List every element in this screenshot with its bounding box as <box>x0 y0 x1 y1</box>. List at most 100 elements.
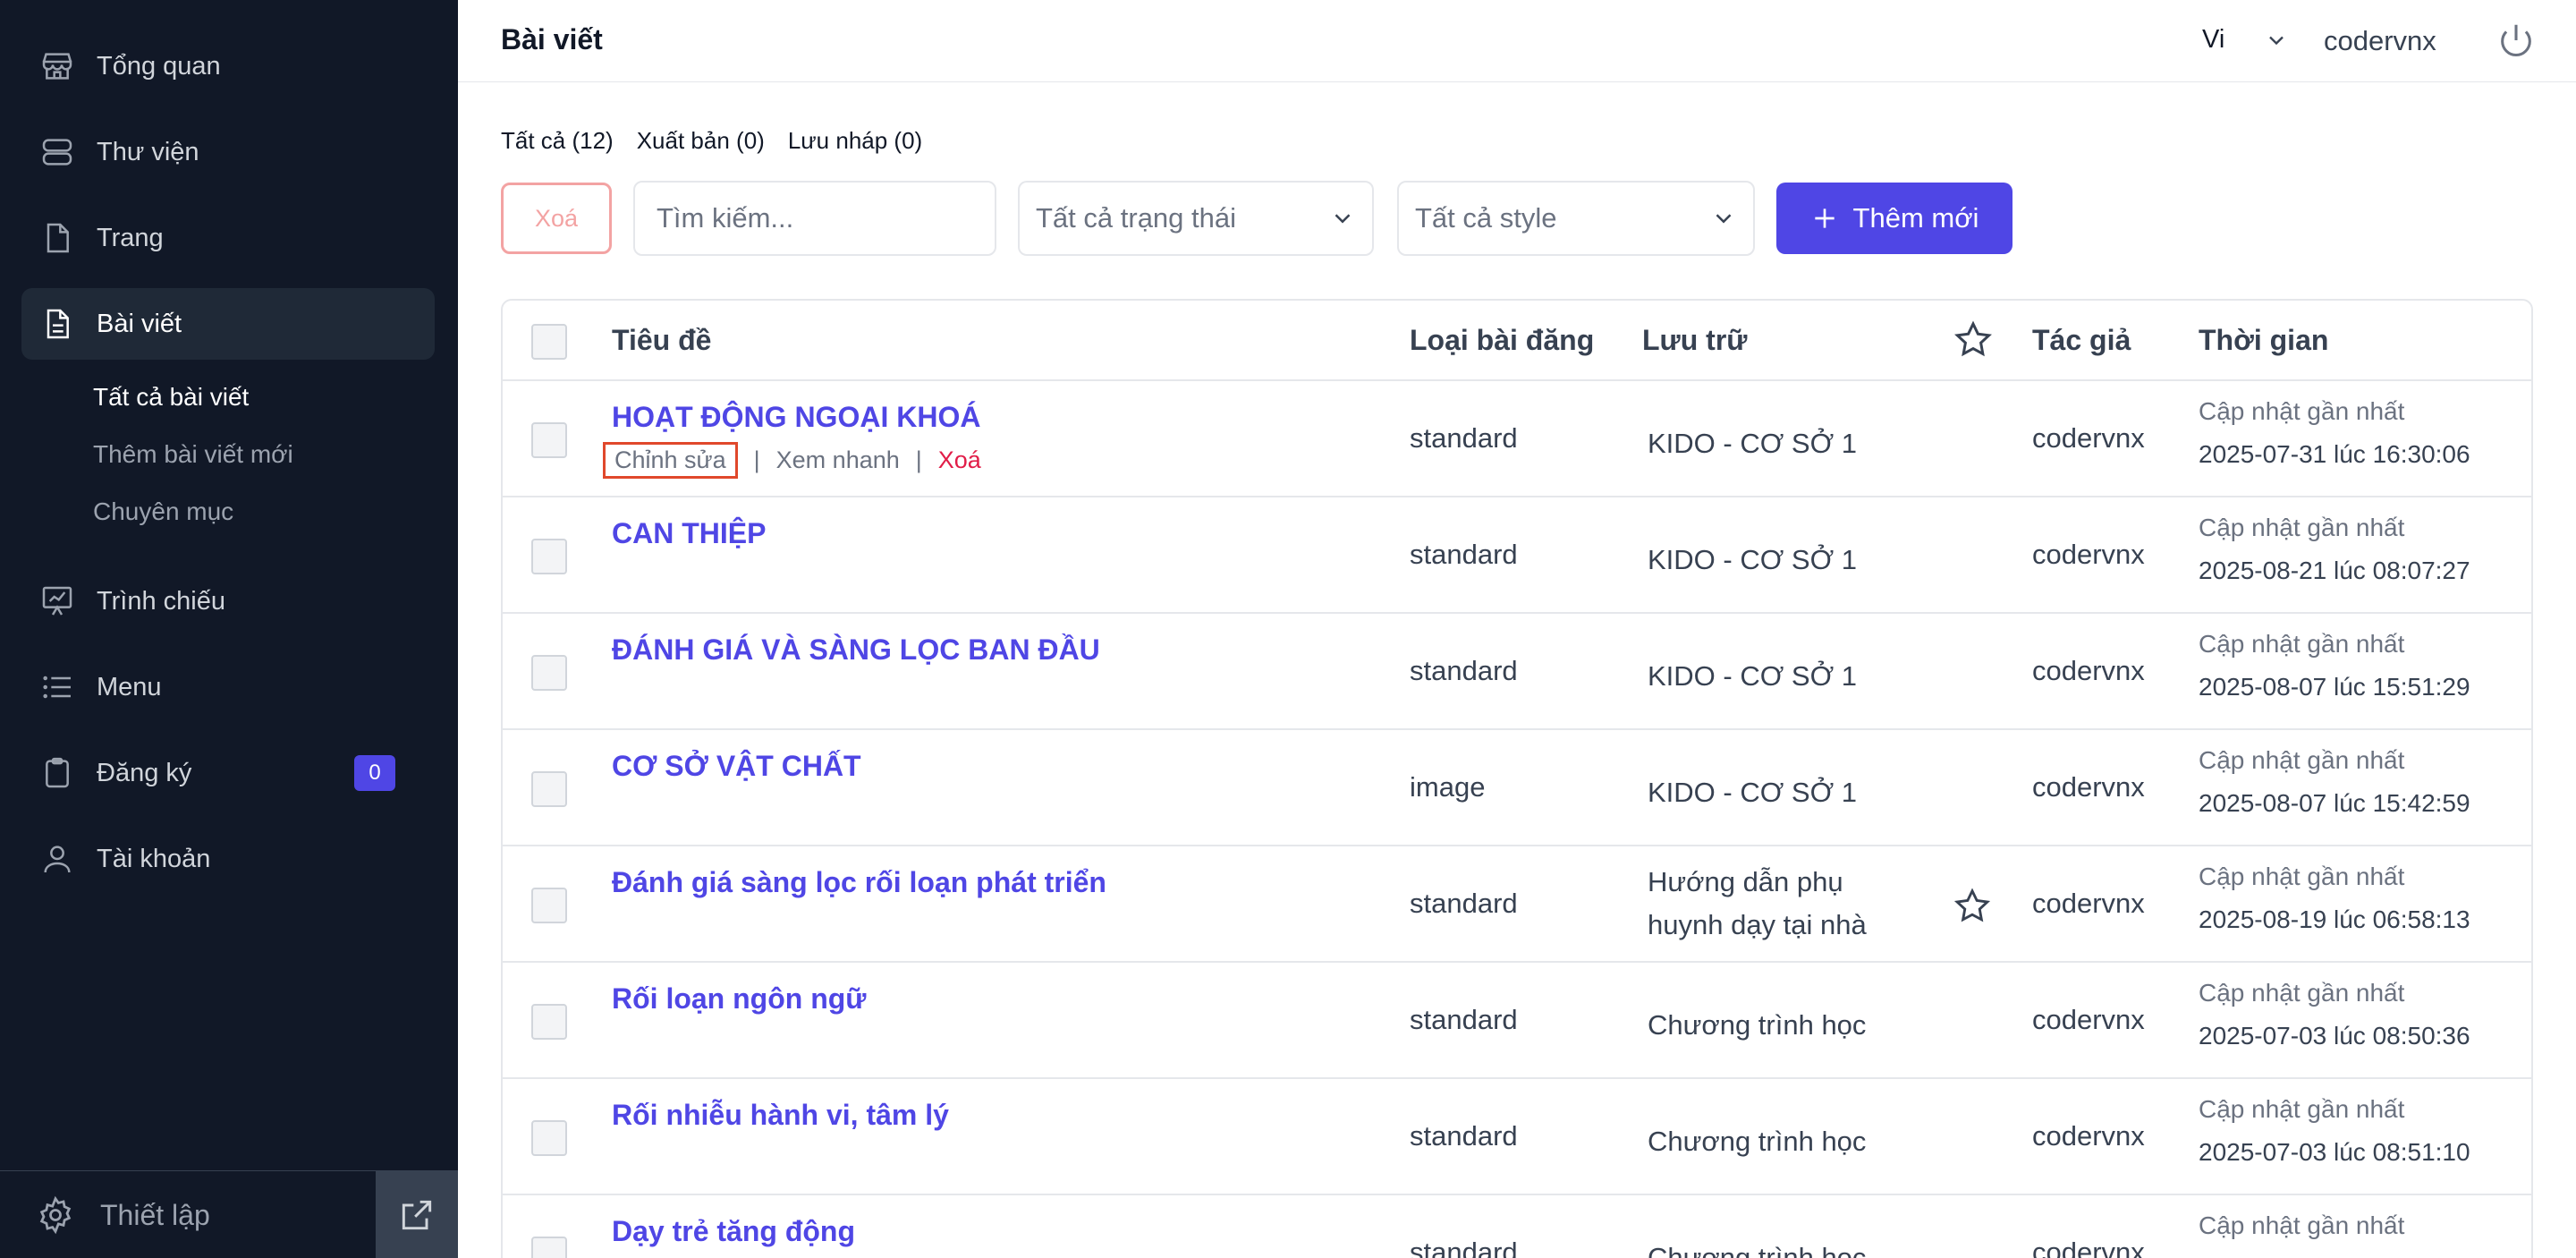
sidebar-item-account[interactable]: Tài khoản <box>21 823 435 895</box>
row-checkbox[interactable] <box>531 1120 567 1156</box>
subnav-add-post[interactable]: Thêm bài viết mới <box>93 440 293 469</box>
sidebar-item-overview[interactable]: Tổng quan <box>21 30 435 102</box>
table-row: ĐÁNH GIÁ VÀ SÀNG LỌC BAN ĐẦU standard KIDO… <box>503 614 2531 730</box>
updated-time: 2025-07-03 lúc 08:51:10 <box>2199 1138 2470 1166</box>
star-icon[interactable] <box>1952 319 1995 361</box>
post-title-link[interactable]: HOẠT ĐỘNG NGOẠI KHOÁ <box>612 401 980 434</box>
page-title: Bài viết <box>501 23 603 55</box>
open-site-button[interactable] <box>376 1171 458 1258</box>
post-author: codervnx <box>2032 1237 2145 1258</box>
header-type[interactable]: Loại bài đăng <box>1410 324 1594 357</box>
status-select[interactable]: Tất cả trạng thái <box>1018 181 1374 256</box>
row-checkbox[interactable] <box>531 888 567 923</box>
clipboard-icon <box>39 755 75 791</box>
post-title-link[interactable]: Rối nhiễu hành vi, tâm lý <box>612 1099 949 1132</box>
post-type: standard <box>1410 422 1518 454</box>
plus-icon <box>1814 208 1835 228</box>
post-type: image <box>1410 771 1486 803</box>
table-row: Đánh giá sàng lọc rối loạn phát triển sta… <box>503 846 2531 963</box>
row-checkbox[interactable] <box>531 539 567 574</box>
filter-draft[interactable]: Lưu nháp (0) <box>788 127 922 155</box>
updated-label: Cập nhật gần nhất <box>2199 397 2405 425</box>
row-checkbox[interactable] <box>531 422 567 458</box>
post-type: standard <box>1410 888 1518 919</box>
post-title-link[interactable]: Đánh giá sàng lọc rối loạn phát triển <box>612 866 1106 899</box>
subnav-categories[interactable]: Chuyên mục <box>93 497 233 526</box>
post-author: codervnx <box>2032 539 2145 570</box>
chevron-down-icon <box>2269 36 2284 45</box>
style-select[interactable]: Tất cả style <box>1397 181 1755 256</box>
post-type: standard <box>1410 539 1518 570</box>
sidebar-item-library[interactable]: Thư viện <box>21 116 435 188</box>
edit-link[interactable]: Chỉnh sửa <box>603 442 738 479</box>
post-title-link[interactable]: Dạy trẻ tăng động <box>612 1215 855 1248</box>
sidebar-item-menu[interactable]: Menu <box>21 651 435 723</box>
row-checkbox[interactable] <box>531 771 567 807</box>
post-storage: Chương trình học <box>1648 1009 1867 1041</box>
power-icon[interactable] <box>2496 20 2537 61</box>
row-checkbox[interactable] <box>531 655 567 691</box>
post-title-link[interactable]: Rối loạn ngôn ngữ <box>612 982 866 1016</box>
post-author: codervnx <box>2032 888 2145 919</box>
post-storage: KIDO - CƠ SỞ 1 <box>1648 544 1858 575</box>
add-new-button[interactable]: Thêm mới <box>1776 183 2012 254</box>
post-title-link[interactable]: ĐÁNH GIÁ VÀ SÀNG LỌC BAN ĐẦU <box>612 633 1100 667</box>
store-icon <box>39 48 75 84</box>
chevron-down-icon <box>1335 214 1351 224</box>
sidebar-item-label: Trình chiếu <box>97 586 225 616</box>
updated-time: 2025-08-07 lúc 15:51:29 <box>2199 673 2470 701</box>
chevron-down-icon <box>1716 214 1732 224</box>
post-author: codervnx <box>2032 771 2145 803</box>
sidebar-item-posts[interactable]: Bài viết <box>21 288 435 360</box>
updated-label: Cập nhật gần nhất <box>2199 746 2405 774</box>
file-icon <box>39 220 75 256</box>
star-icon[interactable] <box>1952 886 1993 927</box>
post-author: codervnx <box>2032 655 2145 686</box>
row-actions: Chỉnh sửa | Xem nhanh | Xoá <box>603 442 981 479</box>
filter-all[interactable]: Tất cả (12) <box>501 127 614 155</box>
settings-button[interactable]: Thiết lập <box>0 1171 376 1258</box>
header-time[interactable]: Thời gian <box>2199 324 2328 357</box>
table-header: Tiêu đề Loại bài đăng Lưu trữ Tác giả Th… <box>503 301 2531 381</box>
delete-link[interactable]: Xoá <box>938 446 981 474</box>
sidebar-item-label: Bài viết <box>97 309 182 338</box>
updated-label: Cập nhật gần nhất <box>2199 979 2405 1007</box>
search-input[interactable] <box>633 181 996 256</box>
post-title-link[interactable]: CƠ SỞ VẬT CHẤT <box>612 750 861 783</box>
sidebar-item-registrations[interactable]: Đăng ký 0 <box>21 737 435 809</box>
sidebar-item-pages[interactable]: Trang <box>21 202 435 274</box>
sidebar-item-slideshow[interactable]: Trình chiếu <box>21 565 435 637</box>
username[interactable]: codervnx <box>2324 25 2436 57</box>
style-select-value: Tất cả style <box>1415 202 1557 234</box>
updated-time: 2025-08-07 lúc 15:42:59 <box>2199 789 2470 817</box>
table-row: Dạy trẻ tăng động standard Chương trình họ… <box>503 1195 2531 1258</box>
sidebar: Tổng quan Thư viện Trang Bài viết Tất cả… <box>0 0 458 1258</box>
filter-published[interactable]: Xuất bản (0) <box>637 127 765 155</box>
language-selector[interactable]: Vi <box>2202 25 2289 55</box>
sidebar-footer: Thiết lập <box>0 1170 458 1258</box>
bulk-delete-button[interactable]: Xoá <box>501 183 612 254</box>
table-row: Rối nhiễu hành vi, tâm lý standard Chương … <box>503 1079 2531 1195</box>
post-type: standard <box>1410 1004 1518 1035</box>
header-storage[interactable]: Lưu trữ <box>1642 324 1747 357</box>
select-all-checkbox[interactable] <box>531 324 567 360</box>
updated-label: Cập nhật gần nhất <box>2199 863 2405 890</box>
post-storage: KIDO - CƠ SỞ 1 <box>1648 428 1858 459</box>
preview-link[interactable]: Xem nhanh <box>776 446 900 474</box>
sidebar-item-label: Tổng quan <box>97 51 221 81</box>
header-title[interactable]: Tiêu đề <box>612 324 711 357</box>
table-row: CAN THIỆP standard KIDO - CƠ SỞ 1 codervnx C… <box>503 497 2531 614</box>
gear-icon <box>39 1195 72 1235</box>
updated-time: 2025-07-31 lúc 16:30:06 <box>2199 440 2470 468</box>
updated-label: Cập nhật gần nhất <box>2199 1211 2405 1239</box>
post-type: standard <box>1410 1120 1518 1152</box>
updated-label: Cập nhật gần nhất <box>2199 514 2405 541</box>
row-checkbox[interactable] <box>531 1004 567 1040</box>
registration-count-badge: 0 <box>354 755 395 791</box>
post-title-link[interactable]: CAN THIỆP <box>612 517 766 550</box>
header-author[interactable]: Tác giả <box>2032 324 2131 357</box>
post-storage: KIDO - CƠ SỞ 1 <box>1648 660 1858 692</box>
row-checkbox[interactable] <box>531 1237 567 1258</box>
subnav-all-posts[interactable]: Tất cả bài viết <box>93 383 249 412</box>
updated-label: Cập nhật gần nhất <box>2199 630 2405 658</box>
